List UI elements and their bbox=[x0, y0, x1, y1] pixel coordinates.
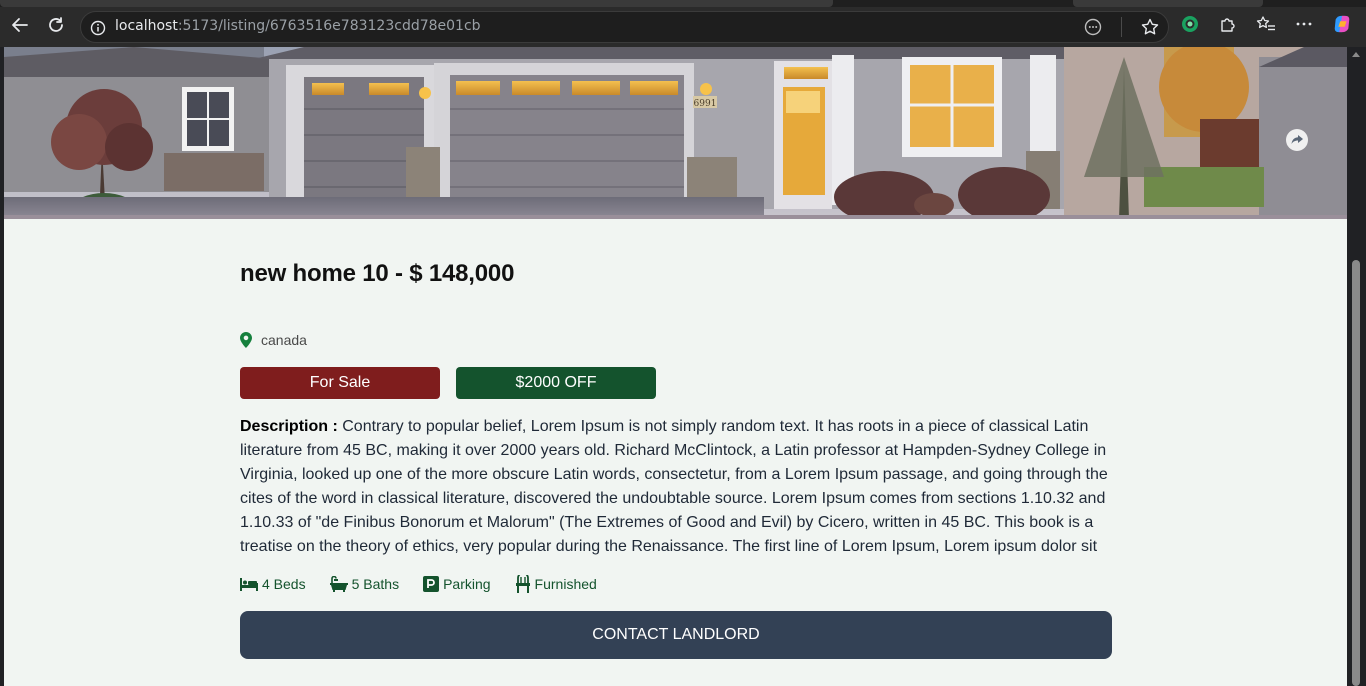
contact-landlord-button[interactable]: CONTACT LANDLORD bbox=[240, 611, 1112, 659]
back-button[interactable] bbox=[9, 14, 31, 36]
beds-label: 4 Beds bbox=[262, 576, 306, 592]
furnished-label: Furnished bbox=[534, 576, 597, 592]
extensions-button[interactable] bbox=[1218, 14, 1238, 34]
url-text[interactable]: localhost:5173/listing/6763516e783123cdd… bbox=[115, 18, 481, 34]
url-host: localhost bbox=[115, 18, 178, 34]
listing-type-badge: For Sale bbox=[240, 367, 440, 399]
tab-edge[interactable] bbox=[1073, 0, 1263, 7]
reading-view-icon[interactable] bbox=[1083, 17, 1103, 37]
feature-furnished: Furnished bbox=[515, 575, 597, 593]
listing-description: Description : Contrary to popular belief… bbox=[240, 415, 1112, 559]
bath-icon bbox=[329, 576, 348, 592]
bed-icon bbox=[240, 578, 258, 591]
listing-location: canada bbox=[240, 332, 307, 348]
tab-strip bbox=[0, 0, 1366, 7]
reload-icon bbox=[49, 17, 63, 32]
feature-parking: Parking bbox=[423, 576, 491, 592]
active-tab-edge[interactable] bbox=[0, 0, 833, 7]
copilot-button[interactable] bbox=[1332, 14, 1352, 34]
page-scrollbar[interactable] bbox=[1347, 47, 1366, 686]
browser-extensions bbox=[1180, 14, 1352, 34]
favorites-list-icon bbox=[1256, 16, 1275, 31]
green-circle-extension-icon bbox=[1182, 16, 1198, 32]
feature-baths: 5 Baths bbox=[329, 576, 400, 592]
menu-button[interactable] bbox=[1294, 14, 1314, 34]
page-viewport: 6991 new home 10 - $ 148,000 canada For … bbox=[4, 47, 1347, 686]
back-arrow-icon bbox=[12, 18, 28, 32]
feature-beds: 4 Beds bbox=[240, 576, 306, 592]
map-pin-icon bbox=[240, 332, 252, 348]
favorite-star-icon[interactable] bbox=[1140, 17, 1160, 37]
puzzle-icon bbox=[1221, 18, 1235, 32]
copilot-icon bbox=[1334, 15, 1350, 33]
separator bbox=[1121, 17, 1122, 37]
parking-icon bbox=[423, 576, 440, 592]
site-info-icon[interactable] bbox=[90, 20, 106, 36]
favorites-button[interactable] bbox=[1256, 14, 1276, 34]
extension-grammar-button[interactable] bbox=[1180, 14, 1200, 34]
listing-title: new home 10 - $ 148,000 bbox=[240, 260, 515, 287]
share-button[interactable] bbox=[1286, 129, 1308, 151]
chair-icon bbox=[515, 575, 530, 593]
scrollbar-thumb[interactable] bbox=[1352, 260, 1360, 686]
address-bar-actions bbox=[1083, 17, 1160, 37]
address-bar[interactable]: localhost:5173/listing/6763516e783123cdd… bbox=[80, 11, 1169, 43]
share-icon bbox=[1291, 135, 1303, 144]
discount-badge: $2000 OFF bbox=[456, 367, 656, 399]
location-text: canada bbox=[261, 332, 307, 348]
reload-button[interactable] bbox=[45, 14, 67, 36]
url-path: :5173/listing/6763516e783123cdd78e01cb bbox=[177, 18, 481, 34]
scroll-up-arrow-icon[interactable] bbox=[1352, 52, 1360, 57]
listing-features: 4 Beds 5 Baths Parking Furnished bbox=[240, 575, 597, 593]
more-dots-icon bbox=[1296, 22, 1312, 26]
description-text: Contrary to popular belief, Lorem Ipsum … bbox=[240, 418, 1108, 555]
listing-hero-image: 6991 bbox=[4, 47, 1347, 219]
house-photo: 6991 bbox=[4, 47, 1347, 219]
baths-label: 5 Baths bbox=[351, 576, 400, 592]
house-number: 6991 bbox=[694, 99, 717, 109]
description-label: Description : bbox=[240, 418, 338, 435]
browser-toolbar: localhost:5173/listing/6763516e783123cdd… bbox=[0, 0, 1366, 47]
parking-label: Parking bbox=[443, 576, 491, 592]
